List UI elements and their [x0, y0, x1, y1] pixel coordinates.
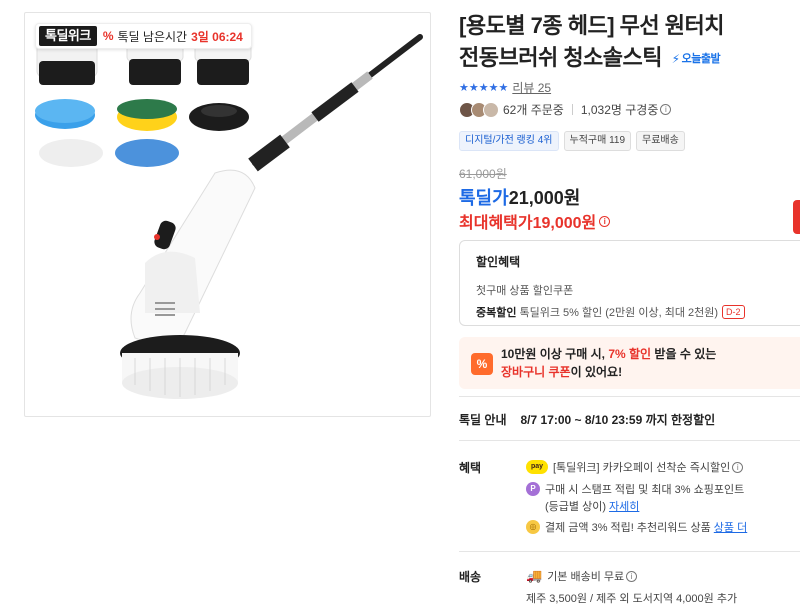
- buyer-stats-row: 62개 주문중 1,032명 구경중 i: [459, 101, 672, 118]
- cart-coupon-banner[interactable]: % 10만원 이상 구매 시, 7% 할인 받을 수 있는 장바구니 쿠폰이 있…: [459, 337, 800, 389]
- info-icon[interactable]: i: [660, 104, 672, 115]
- deal-price-label: 톡딜가: [459, 188, 509, 208]
- remaining-time-label: 톡딜 남은시간: [117, 29, 188, 44]
- coupon-rate: 7% 할인: [608, 347, 652, 361]
- original-price: 61,000원: [459, 167, 507, 181]
- first-purchase-coupon: 첫구매 상품 할인쿠폰: [476, 285, 574, 297]
- brush-head-1: [36, 42, 98, 85]
- max-benefit-price: 최대혜택가 19,000원 i: [459, 209, 611, 233]
- product-title-line2-text: 전동브러쉬 청소솔스틱: [459, 45, 663, 70]
- product-title: [용도별 7종 헤드] 무선 원터치 전동브러쉬 청소솔스틱 ⚡ 오늘출발: [459, 10, 800, 75]
- deal-price-value: 21,000원: [508, 188, 581, 208]
- coupon-percent-icon: %: [471, 353, 493, 375]
- island-shipping-line: 제주 3,500원 / 제주 외 도서지역 4,000원 추가: [526, 593, 738, 605]
- blue-microfiber-pad: [115, 139, 179, 167]
- remaining-time-value: 3일 06:24: [191, 29, 243, 44]
- d-day-badge: D-2: [722, 305, 745, 319]
- benefit-reward-text: 결제 금액 3% 적립! 추천리워드 상품: [545, 522, 711, 534]
- benefit-stamp-point: P 구매 시 스탬프 적립 및 최대 3% 쇼핑포인트: [526, 481, 744, 497]
- benefit-kakaopay-text: [톡딜위크] 카카오페이 선착순 즉시할인: [553, 462, 731, 474]
- shipping-label: 배송: [459, 570, 482, 584]
- truck-icon: 🚚: [526, 568, 543, 583]
- telescopic-pole: [248, 34, 423, 172]
- deal-price: 톡딜가21,000원: [459, 184, 580, 210]
- white-fleece-pad: [39, 139, 103, 167]
- duplicate-discount-text: 톡딜위크 5% 할인 (2만원 이상, 최대 2천원): [519, 307, 719, 319]
- notice-label: 톡딜 안내: [459, 413, 507, 427]
- coupon-text-b: 받을 수 있는: [654, 347, 717, 361]
- kakaopay-icon: pay: [526, 460, 548, 474]
- buyer-avatars: [459, 101, 499, 118]
- talkdeal-week-logo: 톡딜위크: [39, 26, 97, 46]
- review-link[interactable]: 리뷰 25: [512, 79, 551, 96]
- ranking-chip[interactable]: 디지털/가전 랭킹 4위: [459, 131, 559, 151]
- benefit-stamp-point-detail: (등급별 상이) 자세히: [545, 498, 639, 514]
- free-shipping-chip: 무료배송: [636, 131, 685, 151]
- brush-body: [130, 169, 256, 347]
- coupon-text-a: 10만원 이상 구매 시,: [501, 347, 605, 361]
- more-products-link[interactable]: 상품 더: [714, 519, 747, 535]
- rating-row: ★★★★★ 리뷰 25: [459, 79, 551, 96]
- details-link[interactable]: 자세히: [609, 498, 639, 514]
- benefit-stamp-text: 구매 시 스탬프 적립 및 최대 3% 쇼핑포인트: [545, 484, 745, 496]
- attached-brush-head: [120, 335, 240, 399]
- discount-benefit-box: 할인혜택 첫구매 상품 할인쿠폰 중복할인 톡딜위크 5% 할인 (2만원 이상…: [459, 240, 800, 326]
- max-benefit-value: 19,000원: [532, 215, 597, 232]
- side-action-tab[interactable]: [793, 200, 800, 234]
- talkdeal-timer-badge: 톡딜위크 % 톡딜 남은시간 3일 06:24: [35, 23, 252, 49]
- brush-head-3: [194, 42, 252, 85]
- benefits-label: 혜택: [459, 461, 482, 475]
- benefit-kakaopay: pay [톡딜위크] 카카오페이 선착순 즉시할인 i: [526, 459, 744, 475]
- today-shipping-badge: ⚡ 오늘출발: [671, 43, 721, 75]
- coupon-text: 10만원 이상 구매 시, 7% 할인 받을 수 있는 장바구니 쿠폰이 있어요…: [501, 345, 716, 389]
- orders-count: 62개 주문중: [503, 103, 564, 117]
- brush-head-2: [126, 42, 184, 85]
- divider: [571, 104, 573, 115]
- max-benefit-label: 최대혜택가: [459, 215, 533, 232]
- point-icon: P: [526, 482, 540, 496]
- notice-period: 8/7 17:00 ~ 8/10 23:59 까지 한정할인: [520, 413, 716, 427]
- benefit-reward: ◎ 결제 금액 3% 적립! 추천리워드 상품 상품 더: [526, 519, 747, 535]
- info-icon[interactable]: i: [732, 461, 744, 473]
- product-title-line1: [용도별 7종 헤드] 무선 원터치: [459, 13, 724, 38]
- discount-heading: 할인혜택: [476, 255, 521, 269]
- viewer-count: 1,032명 구경중: [580, 103, 659, 117]
- talkdeal-notice: 톡딜 안내 8/7 17:00 ~ 8/10 23:59 까지 한정할인: [459, 411, 715, 428]
- fast-shipping-icon: ⚡: [671, 52, 680, 67]
- info-icon[interactable]: i: [626, 570, 638, 582]
- coupon-text-c: 이 있어요!: [570, 365, 623, 379]
- cart-coupon-label: 장바구니 쿠폰: [501, 365, 571, 379]
- shipping-fee-line: 🚚 기본 배송비 무료 i: [526, 568, 638, 584]
- duplicate-discount-line: 중복할인 톡딜위크 5% 할인 (2만원 이상, 최대 2천원) D-2: [476, 304, 800, 320]
- divider: [459, 396, 800, 397]
- product-title-line2: 전동브러쉬 청소솔스틱 ⚡ 오늘출발: [459, 42, 800, 75]
- reward-coin-icon: ◎: [526, 520, 540, 534]
- shipping-fee-text: 기본 배송비 무료: [547, 571, 625, 583]
- star-rating-icon: ★★★★★: [459, 82, 509, 94]
- max-benefit-info-icon[interactable]: i: [599, 215, 611, 227]
- percent-icon: %: [102, 29, 114, 43]
- product-image-frame[interactable]: 톡딜위크 % 톡딜 남은시간 3일 06:24: [24, 12, 431, 417]
- product-chips: 디지털/가전 랭킹 4위 누적구매 119 무료배송: [459, 131, 685, 151]
- cumulative-purchase-chip: 누적구매 119: [563, 131, 632, 151]
- product-photo: [35, 34, 423, 399]
- grade-note: (등급별 상이): [545, 501, 606, 513]
- duplicate-discount-label: 중복할인: [476, 307, 517, 319]
- today-shipping-label: 오늘출발: [681, 53, 721, 66]
- divider: [459, 551, 800, 552]
- divider: [459, 440, 800, 441]
